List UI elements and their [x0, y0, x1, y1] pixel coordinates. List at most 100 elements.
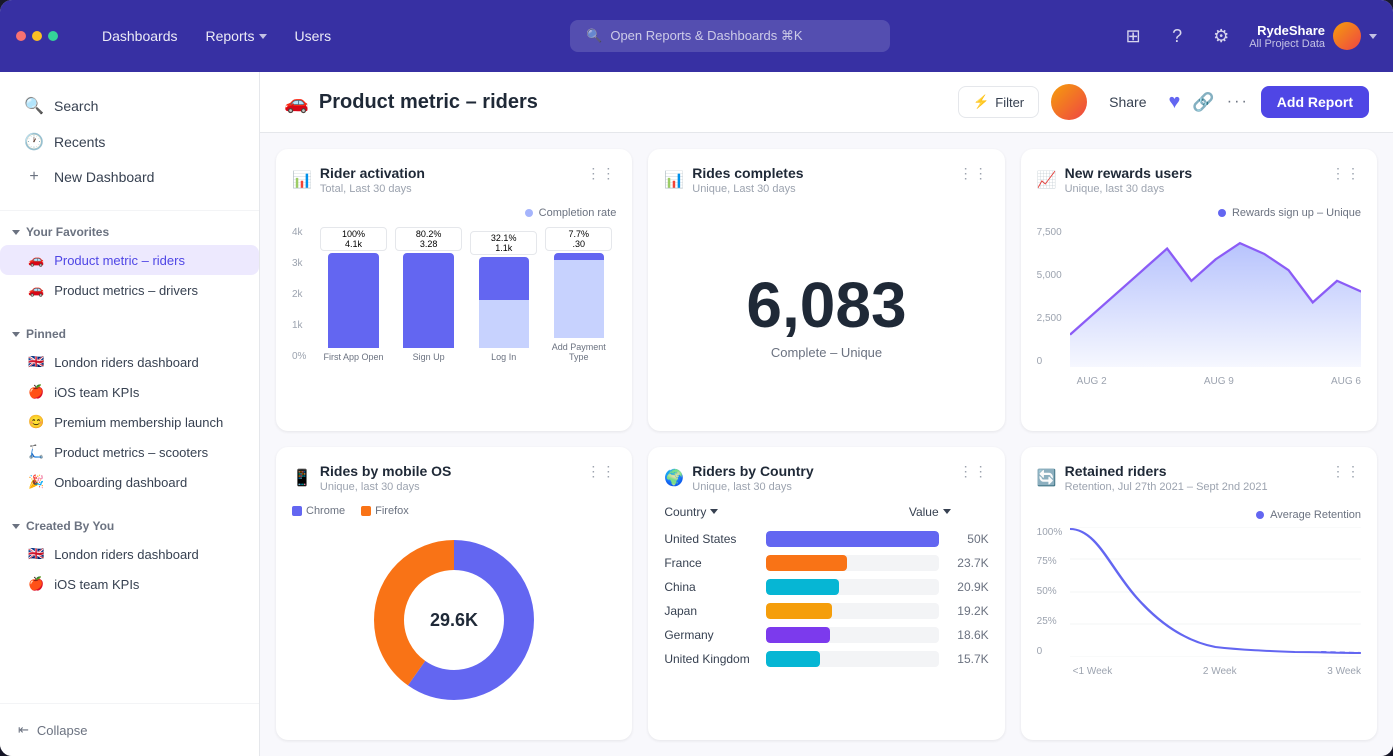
- reports-chevron-icon: [259, 34, 267, 39]
- legend-item-firefox: Firefox: [361, 505, 409, 517]
- add-report-button[interactable]: Add Report: [1261, 86, 1369, 118]
- card-subtitle: Unique, last 30 days: [320, 481, 451, 493]
- nav-integrations-icon[interactable]: ⊞: [1117, 20, 1149, 52]
- card-header: 🌍 Riders by Country Unique, last 30 days…: [664, 463, 988, 493]
- country-col-header[interactable]: Country: [664, 505, 718, 519]
- pinned-chevron-icon: [12, 332, 20, 337]
- nav-reports[interactable]: Reports: [194, 22, 279, 50]
- avatar[interactable]: [1333, 22, 1361, 50]
- country-sort-icon: [710, 509, 718, 514]
- retention-x-labels: <1 Week 2 Week 3 Week: [1037, 666, 1361, 677]
- sidebar-item-product-metrics-scooters[interactable]: 🛴 Product metrics – scooters: [0, 437, 259, 467]
- country-bar-fill: [766, 651, 819, 667]
- bar-log-in-light[interactable]: [479, 300, 529, 348]
- sidebar-item-ios-kpis[interactable]: 🍎 iOS team KPIs: [0, 377, 259, 407]
- card-more-button[interactable]: ⋮⋮: [1331, 463, 1361, 480]
- x-label-week2: 2 Week: [1203, 666, 1237, 677]
- card-rides-mobile-os: 📱 Rides by mobile OS Unique, last 30 day…: [276, 447, 632, 741]
- card-title: Retained riders: [1065, 463, 1268, 479]
- nav-logo: [16, 31, 58, 41]
- x-axis-labels: AUG 2 AUG 9 AUG 6: [1037, 376, 1361, 387]
- rewards-chart-svg: [1070, 227, 1361, 367]
- sidebar-pinned-header[interactable]: Pinned: [0, 321, 259, 347]
- card-more-button[interactable]: ⋮⋮: [959, 463, 989, 480]
- bar-payment-light[interactable]: [554, 260, 604, 338]
- more-options-button[interactable]: ···: [1227, 93, 1249, 111]
- country-name: France: [664, 556, 754, 570]
- user-avatar-button[interactable]: [1051, 84, 1087, 120]
- nav-dashboards[interactable]: Dashboards: [90, 22, 190, 50]
- item-label: Premium membership launch: [54, 415, 223, 430]
- nav-right: ⊞ ? ⚙ RydeShare All Project Data: [1117, 20, 1377, 52]
- card-more-button[interactable]: ⋮⋮: [586, 165, 616, 182]
- card-more-button[interactable]: ⋮⋮: [1331, 165, 1361, 182]
- y-label-0: 0: [1037, 356, 1062, 367]
- copy-link-button[interactable]: 🔗: [1192, 92, 1214, 113]
- nav-help-icon[interactable]: ?: [1161, 20, 1193, 52]
- content-actions: ⚡ Filter Share ♥ 🔗 ··· Add Report: [958, 84, 1369, 120]
- value-col-header[interactable]: Value: [909, 505, 951, 519]
- item-emoji: 🇬🇧: [28, 354, 44, 370]
- x-label-aug9: AUG 9: [1204, 376, 1234, 387]
- sidebar-item-search[interactable]: 🔍 Search: [12, 88, 247, 124]
- sidebar-item-product-metric-riders[interactable]: 🚗 Product metric – riders: [0, 245, 259, 275]
- item-emoji: 🇬🇧: [28, 546, 44, 562]
- sidebar-created-label: Created By You: [26, 519, 114, 533]
- sidebar-item-product-metrics-drivers[interactable]: 🚗 Product metrics – drivers: [0, 275, 259, 305]
- country-bar-fill: [766, 531, 938, 547]
- card-title-area: 📊 Rides completes Unique, Last 30 days: [664, 165, 803, 195]
- nav-search-bar[interactable]: 🔍 Open Reports & Dashboards ⌘K: [570, 20, 890, 52]
- sidebar-item-created-london[interactable]: 🇬🇧 London riders dashboard: [0, 539, 259, 569]
- country-table-header: Country Value: [664, 505, 988, 519]
- y-label-1k: 1k: [292, 320, 306, 331]
- bar-first-app[interactable]: [328, 253, 378, 348]
- bar-label-log-in: Log In: [491, 352, 516, 362]
- card-subtitle: Unique, last 30 days: [1065, 183, 1193, 195]
- legend-label-firefox: Firefox: [375, 505, 409, 517]
- sidebar-favorites-header[interactable]: Your Favorites: [0, 219, 259, 245]
- user-menu-chevron-icon[interactable]: [1369, 34, 1377, 39]
- card-icon: 🔄: [1037, 468, 1057, 488]
- sidebar-item-new-dashboard[interactable]: + New Dashboard: [12, 160, 247, 194]
- nav-settings-icon[interactable]: ⚙: [1205, 20, 1237, 52]
- card-new-rewards: 📈 New rewards users Unique, last 30 days…: [1021, 149, 1377, 431]
- share-button[interactable]: Share: [1099, 88, 1156, 116]
- country-value: 18.6K: [951, 628, 989, 642]
- nav-users[interactable]: Users: [283, 22, 344, 50]
- sidebar-item-premium-membership[interactable]: 😊 Premium membership launch: [0, 407, 259, 437]
- country-name: Japan: [664, 604, 754, 618]
- bar-payment[interactable]: [554, 253, 604, 260]
- legend-color-chrome: [292, 506, 302, 516]
- sidebar-item-created-ios[interactable]: 🍎 iOS team KPIs: [0, 569, 259, 599]
- donut-chart-svg: 29.6K: [364, 530, 544, 710]
- sidebar-item-recents[interactable]: 🕐 Recents: [12, 124, 247, 160]
- main-layout: 🔍 Search 🕐 Recents + New Dashboard Your …: [0, 72, 1393, 756]
- y-label-5000: 5,000: [1037, 270, 1062, 281]
- rides-completes-label: Complete – Unique: [771, 345, 882, 360]
- filter-icon: ⚡: [973, 94, 989, 110]
- sidebar-item-london-riders[interactable]: 🇬🇧 London riders dashboard: [0, 347, 259, 377]
- bar-sign-up[interactable]: [403, 253, 453, 348]
- bar-group-payment: 7.7%.30 Add Payment Type: [545, 227, 612, 362]
- card-header: 📈 New rewards users Unique, last 30 days…: [1037, 165, 1361, 195]
- bar-tooltip-2: 80.2%3.28: [395, 227, 462, 251]
- country-name: China: [664, 580, 754, 594]
- sidebar-created-header[interactable]: Created By You: [0, 513, 259, 539]
- country-row-japan: Japan 19.2K: [664, 603, 988, 619]
- bar-label-first-app: First App Open: [324, 352, 384, 362]
- card-more-button[interactable]: ⋮⋮: [959, 165, 989, 182]
- filter-button[interactable]: ⚡ Filter: [958, 86, 1039, 118]
- bar-log-in[interactable]: [479, 257, 529, 300]
- rides-completes-content: 6,083 Complete – Unique: [664, 199, 988, 415]
- item-emoji: 🍎: [28, 576, 44, 592]
- card-more-button[interactable]: ⋮⋮: [586, 463, 616, 480]
- sidebar-item-onboarding[interactable]: 🎉 Onboarding dashboard: [0, 467, 259, 497]
- area-chart-legend: Rewards sign up – Unique: [1037, 207, 1361, 219]
- y-label-50: 50%: [1037, 586, 1063, 597]
- item-label: Product metrics – drivers: [54, 283, 198, 298]
- sidebar-collapse-button[interactable]: ⇤ Collapse: [12, 716, 247, 744]
- y-label-0: 0: [1037, 646, 1063, 657]
- content-header: 🚗 Product metric – riders ⚡ Filter Share…: [260, 72, 1393, 133]
- country-row-usa: United States 50K: [664, 531, 988, 547]
- favorite-button[interactable]: ♥: [1169, 91, 1181, 114]
